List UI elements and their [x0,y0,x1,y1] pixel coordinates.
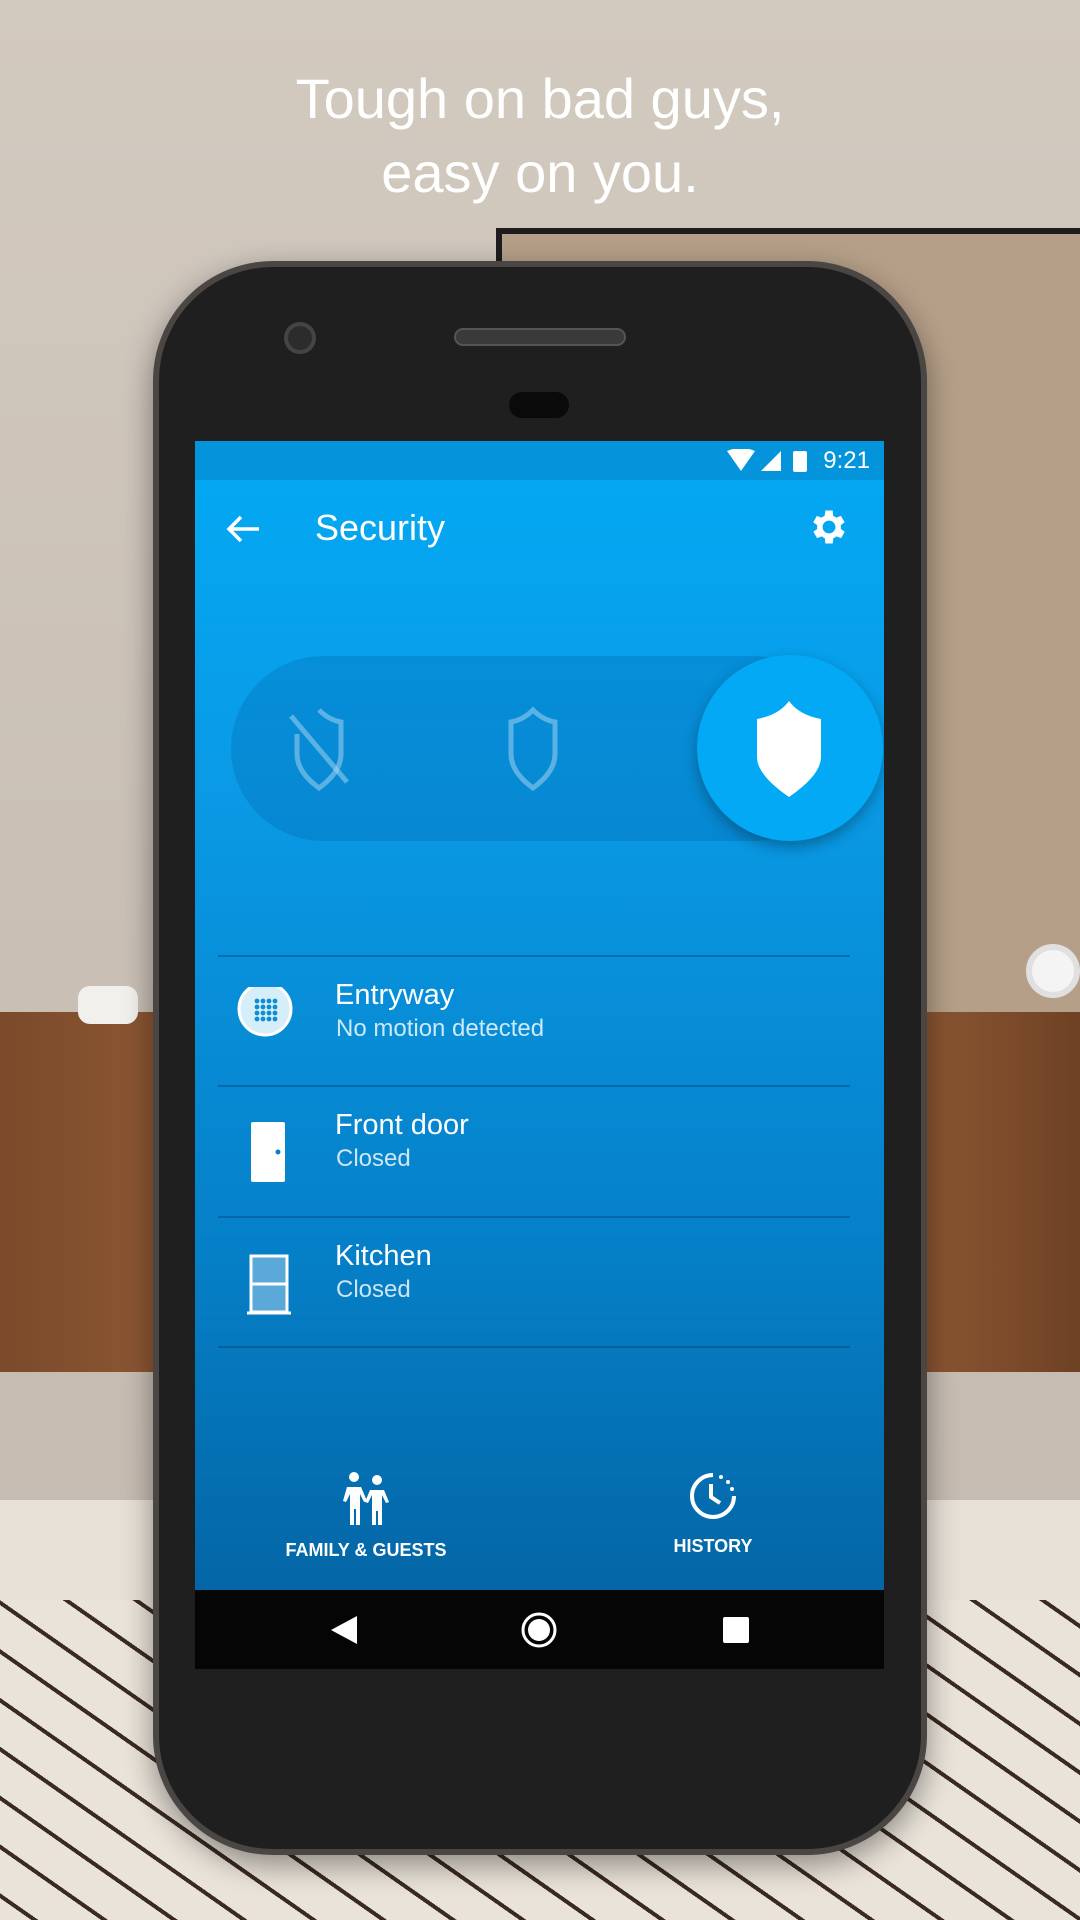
earpiece [454,328,626,346]
family-guests-button[interactable]: FAMILY & GUESTS [276,1471,456,1561]
home-circle-icon[interactable] [520,1611,558,1649]
headline-line-2: easy on you. [381,141,699,204]
speaker-device [78,986,138,1024]
sensor-name: Kitchen [335,1240,432,1272]
family-icon [343,1472,389,1525]
status-icons [727,449,807,472]
headline-line-1: Tough on bad guys, [295,67,785,130]
sensor-status: Closed [336,1145,411,1172]
sensor-name: Front door [335,1109,469,1141]
headline: Tough on bad guys, easy on you. [0,62,1080,210]
camera-device [1026,944,1080,998]
battery-icon [793,451,807,472]
signal-icon [761,451,781,471]
history-button[interactable]: HISTORY [653,1471,773,1557]
window-icon [247,1254,291,1315]
back-triangle-icon[interactable] [331,1616,359,1644]
security-mode-toggle[interactable] [231,655,883,841]
status-time: 9:21 [823,447,870,474]
page-title: Security [315,507,446,548]
sensor-row-front-door[interactable]: Front door Closed [195,1087,884,1217]
motion-sensor-icon [237,987,293,1037]
cabinet-left [0,1012,160,1372]
sensor-row-entryway[interactable]: Entryway No motion detected [195,957,884,1087]
shield-away-icon [757,701,821,797]
nav-label: FAMILY & GUESTS [285,1540,447,1560]
status-bar: 9:21 [195,441,884,480]
sensor-status: No motion detected [336,1015,545,1042]
gear-icon[interactable] [807,505,851,549]
system-nav-bar [195,1590,884,1669]
nav-label: HISTORY [673,1536,753,1556]
door-icon [251,1122,285,1182]
front-camera [284,322,316,354]
shield-off-icon[interactable] [283,704,355,794]
recents-square-icon[interactable] [723,1617,749,1643]
arrow-left-icon[interactable] [223,509,263,549]
history-icon [690,1473,736,1519]
mode-away-selected[interactable] [697,655,883,841]
sensor-name: Entryway [335,979,455,1011]
wifi-icon [727,449,755,471]
proximity-sensor [509,392,569,418]
cabinet-right [920,1012,1080,1372]
shield-home-icon[interactable] [497,704,569,794]
sensor-status: Closed [336,1276,411,1303]
divider [218,1346,850,1348]
sensor-row-kitchen[interactable]: Kitchen Closed [195,1218,884,1348]
app-screen: 9:21 Security Entryway No motion detecte… [195,441,884,1590]
